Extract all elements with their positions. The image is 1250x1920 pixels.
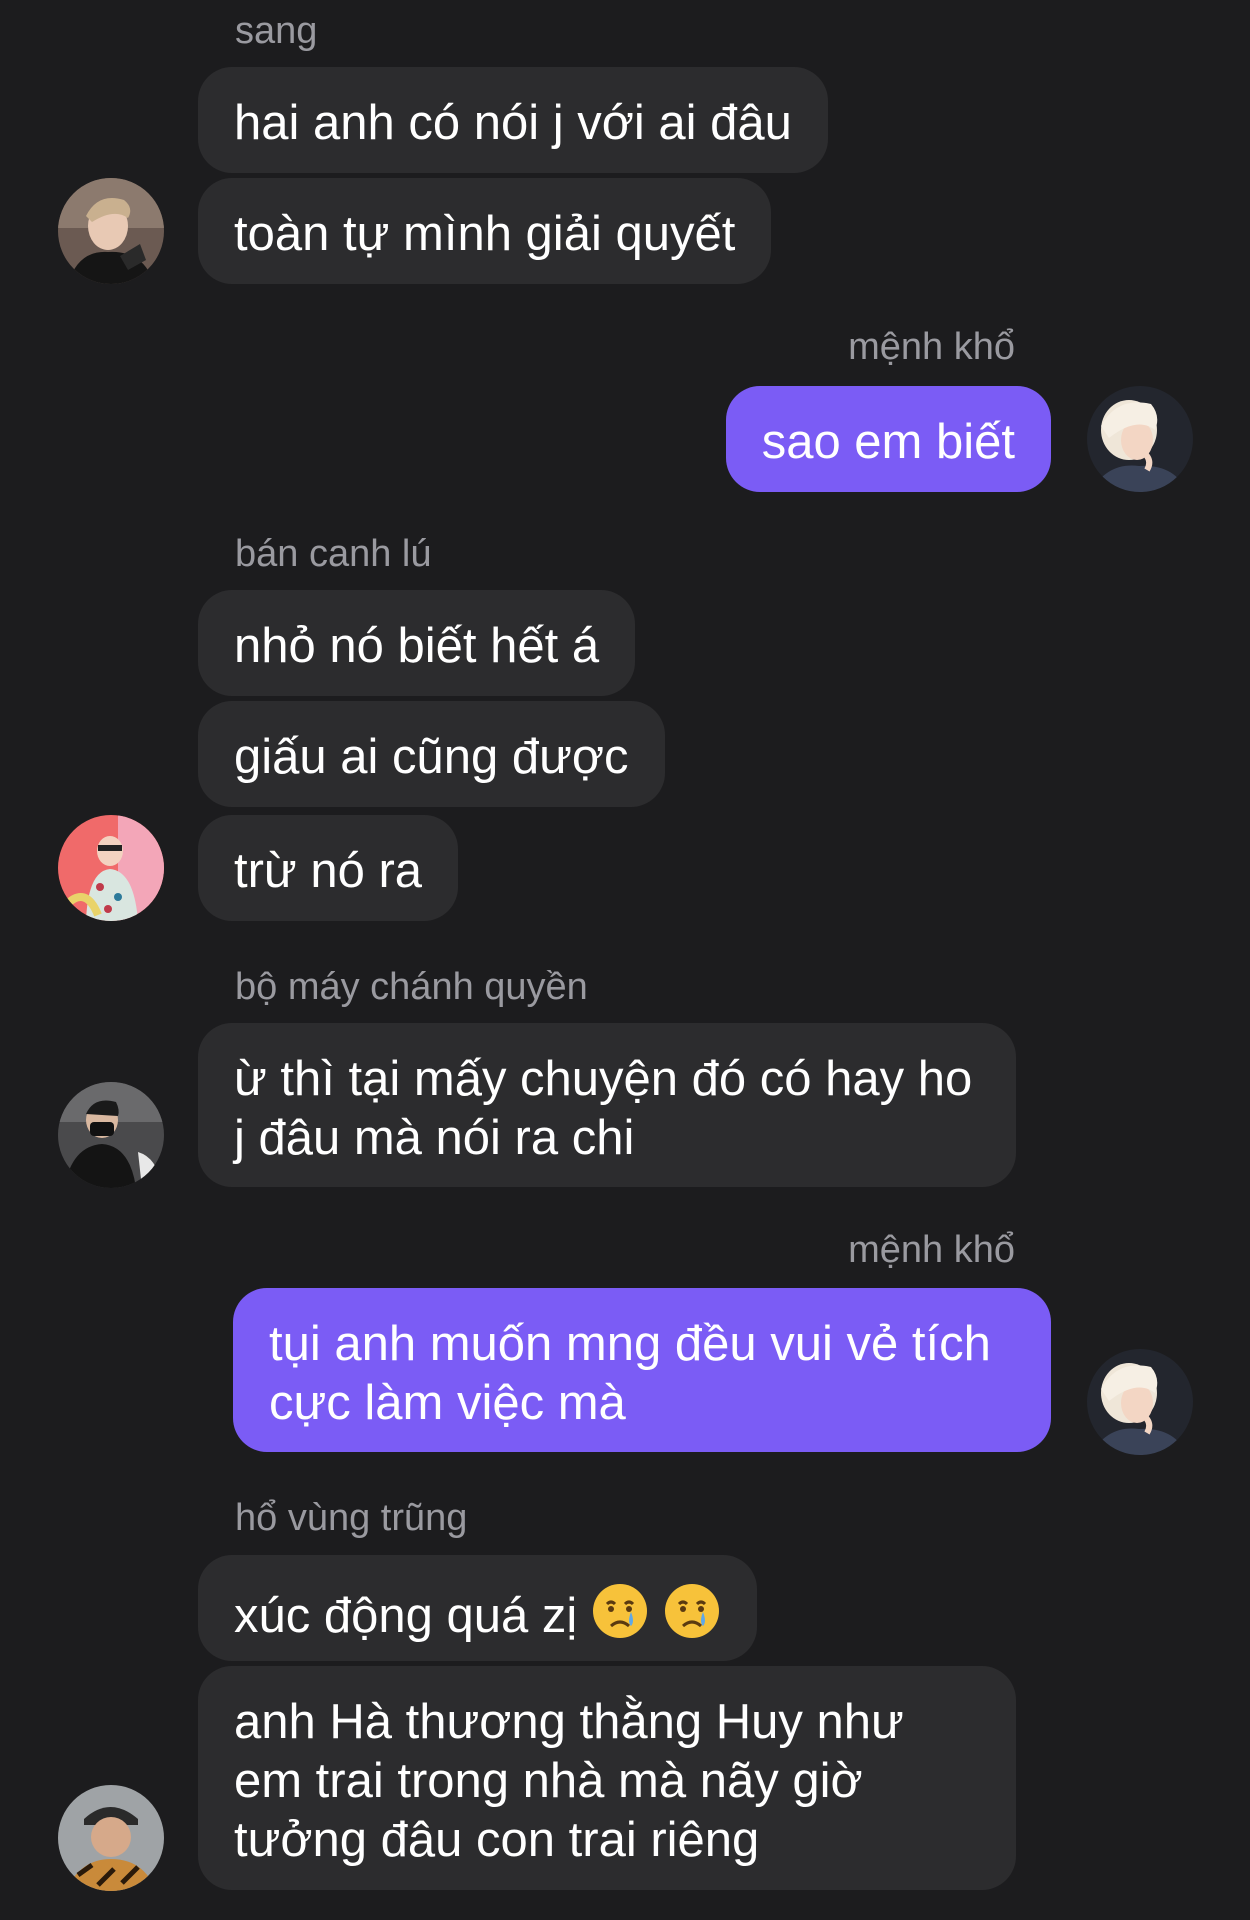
- message-text: xúc động quá zị: [234, 1589, 578, 1643]
- sender-name: hổ vùng trũng: [235, 1497, 468, 1539]
- message-bubble[interactable]: hai anh có nói j với ai đâu: [198, 67, 828, 173]
- message-bubble[interactable]: ừ thì tại mấy chuyện đó có hay ho j đâu …: [198, 1023, 1016, 1187]
- avatar-menh-kho-image: [1087, 1349, 1193, 1455]
- sender-name: bộ máy chánh quyền: [235, 966, 588, 1008]
- avatar-menh-kho-image: [1087, 386, 1193, 492]
- avatar-ho-vung-trung-image: [58, 1785, 164, 1891]
- message-bubble[interactable]: anh Hà thương thằng Huy như em trai tron…: [198, 1666, 1016, 1890]
- message-bubble[interactable]: trừ nó ra: [198, 815, 459, 921]
- crying-face-icon: [591, 1582, 649, 1654]
- message-bubble[interactable]: giấu ai cũng được: [198, 701, 665, 807]
- sender-name: bán canh lú: [235, 533, 432, 575]
- avatar-ban-canh-lu-image: [58, 815, 164, 921]
- sender-name: sang: [235, 10, 318, 52]
- sender-name: mệnh khổ: [848, 1229, 1015, 1271]
- avatar[interactable]: [58, 815, 164, 921]
- avatar[interactable]: [1087, 1349, 1193, 1455]
- message-bubble[interactable]: toàn tự mình giải quyết: [198, 178, 772, 284]
- message-bubble[interactable]: tụi anh muốn mng đều vui vẻ tích cực làm…: [233, 1288, 1051, 1452]
- avatar[interactable]: [1087, 386, 1193, 492]
- message-bubble[interactable]: xúc động quá zị: [198, 1555, 757, 1661]
- message-bubble[interactable]: sao em biết: [725, 386, 1051, 492]
- avatar[interactable]: [58, 1082, 164, 1188]
- sender-name: mệnh khổ: [848, 326, 1015, 368]
- avatar-bo-may-image: [58, 1082, 164, 1188]
- crying-face-icon: [663, 1582, 721, 1654]
- avatar[interactable]: [58, 1785, 164, 1891]
- message-bubble[interactable]: nhỏ nó biết hết á: [198, 590, 636, 696]
- avatar-sang-image: [58, 178, 164, 284]
- avatar[interactable]: [58, 178, 164, 284]
